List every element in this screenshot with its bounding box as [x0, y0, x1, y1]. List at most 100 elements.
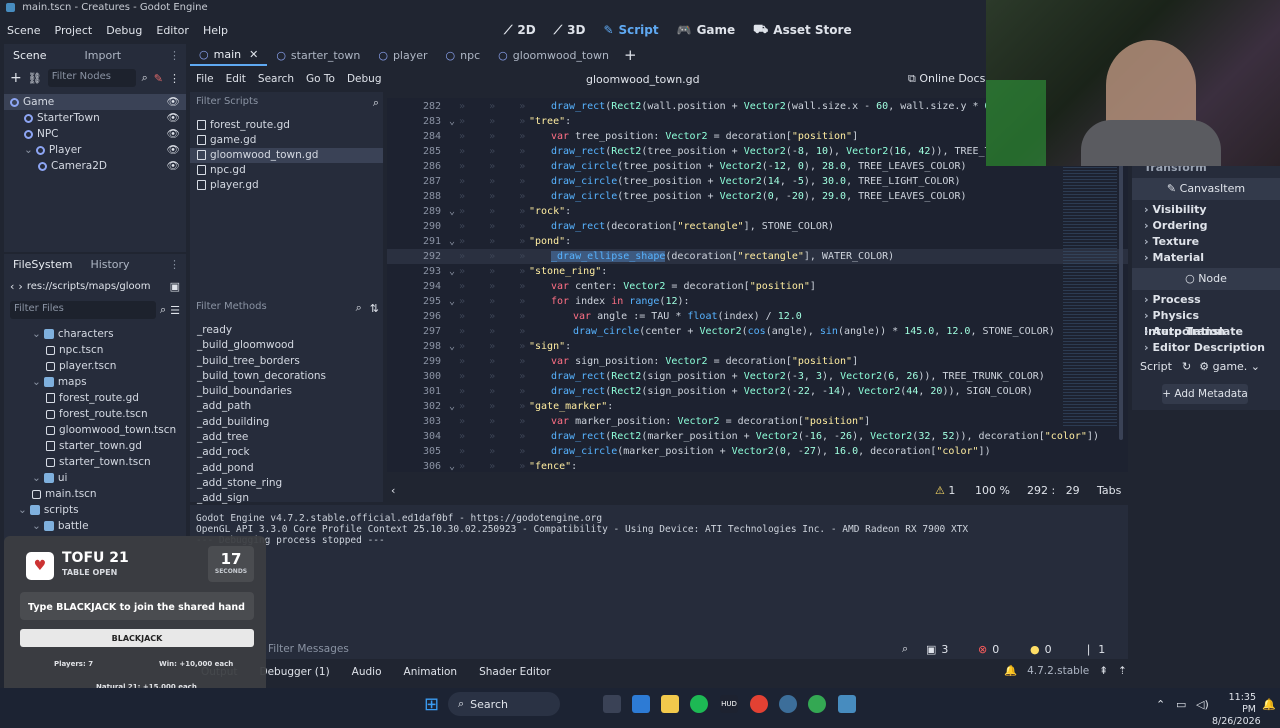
- method-item[interactable]: _build_town_decorations: [190, 369, 383, 384]
- zoom-level[interactable]: 100 %: [975, 484, 1010, 497]
- start-icon[interactable]: ⊞: [424, 694, 439, 715]
- script-item-gloomwood_town-gd[interactable]: gloomwood_town.gd: [190, 148, 383, 163]
- script-property-value[interactable]: ⚙ game. ⌄: [1199, 360, 1260, 373]
- scene-node-startertown[interactable]: StarterTown 👁: [4, 110, 186, 126]
- canvasitem-header[interactable]: ✎ CanvasItem: [1132, 178, 1280, 200]
- inspector-section-ordering[interactable]: › Ordering: [1132, 218, 1280, 234]
- code-line[interactable]: 293 ⌄ » » » "stone_ring":: [387, 264, 1128, 279]
- close-tab-icon[interactable]: ✕: [249, 48, 258, 61]
- fold-arrow-icon[interactable]: ⌄: [449, 339, 455, 354]
- attach-script-icon[interactable]: ✎: [154, 72, 163, 85]
- dock-menu-icon[interactable]: ⋮: [169, 49, 180, 62]
- pin-icon[interactable]: ⇡: [1118, 665, 1127, 677]
- tab-history[interactable]: History: [81, 253, 138, 275]
- scene-tab-npc[interactable]: ○ npc: [437, 44, 490, 66]
- code-line[interactable]: 290 » » » draw_rect(decoration["rectangle"…: [387, 219, 1128, 234]
- dock-menu-icon[interactable]: ⋮: [169, 258, 180, 271]
- visibility-icon[interactable]: 👁: [167, 158, 180, 174]
- notification-icon[interactable]: 🔔: [1262, 698, 1276, 711]
- path-field[interactable]: res://scripts/maps/gloom: [27, 281, 166, 292]
- godot-taskbar-icon[interactable]: [838, 695, 856, 713]
- method-item[interactable]: _add_stone_ring: [190, 476, 383, 491]
- scene-tab-gloomwood-town[interactable]: ○ gloomwood_town: [489, 44, 618, 66]
- visibility-icon[interactable]: 👁: [167, 110, 180, 126]
- link-icon[interactable]: ⛓: [28, 72, 42, 85]
- code-line[interactable]: 287 » » » draw_circle(tree_position + Vect…: [387, 174, 1128, 189]
- fold-arrow-icon[interactable]: ⌄: [449, 264, 455, 279]
- filter-files-input[interactable]: Filter Files: [10, 301, 156, 319]
- code-line[interactable]: 302 ⌄ » » » "gate_marker":: [387, 399, 1128, 414]
- search-icon[interactable]: ⌕: [373, 96, 379, 110]
- inspector-section-process[interactable]: › Process: [1132, 292, 1280, 308]
- sort-icon[interactable]: ⇅: [370, 302, 379, 315]
- file-item-forest_route-gd[interactable]: forest_route.gd: [4, 390, 186, 406]
- bell-icon[interactable]: 🔔: [1004, 664, 1017, 677]
- code-line[interactable]: 299 » » » var sign_position: Vector2 = dec…: [387, 354, 1128, 369]
- taskbar-search[interactable]: ⌕ Search: [448, 692, 560, 716]
- menu-debug[interactable]: Debug: [99, 24, 149, 37]
- filter-methods-input[interactable]: Filter Methods: [194, 299, 356, 317]
- scene-node-player[interactable]: ⌄ Player 👁: [4, 142, 186, 158]
- clock[interactable]: 11:35 PM 8/26/2026: [1212, 692, 1261, 728]
- workspace-game[interactable]: 🎮 Game: [668, 22, 745, 38]
- filter-messages-input[interactable]: Filter Messages: [268, 643, 349, 655]
- visibility-icon[interactable]: 👁: [167, 142, 180, 158]
- code-line[interactable]: 304 » » » draw_rect(Rect2(marker_position …: [387, 429, 1128, 444]
- reload-icon[interactable]: ↻: [1182, 360, 1191, 373]
- search-icon[interactable]: ⌕: [902, 642, 908, 656]
- file-explorer-icon[interactable]: [661, 695, 679, 713]
- split-view-icon[interactable]: ▣: [170, 280, 180, 293]
- code-line[interactable]: 301 » » » draw_rect(Rect2(sign_position + …: [387, 384, 1128, 399]
- code-line[interactable]: 295 ⌄ » » » for index in range(12):: [387, 294, 1128, 309]
- script-menu-go-to[interactable]: Go To: [300, 73, 341, 85]
- menu-project[interactable]: Project: [48, 24, 100, 37]
- script-menu-edit[interactable]: Edit: [220, 73, 252, 85]
- add-node-icon[interactable]: +: [10, 70, 22, 86]
- file-item-gloomwood_town-tscn[interactable]: gloomwood_town.tscn: [4, 422, 186, 438]
- inspector-section-physics-interpolation[interactable]: › Physics Interpolation: [1132, 308, 1280, 338]
- method-item[interactable]: _add_building: [190, 415, 383, 430]
- steam-icon[interactable]: [779, 695, 797, 713]
- scene-node-npc[interactable]: NPC 👁: [4, 126, 186, 142]
- minimap[interactable]: [1063, 158, 1117, 428]
- code-line[interactable]: 294 » » » var center: Vector2 = decoration…: [387, 279, 1128, 294]
- method-item[interactable]: _build_boundaries: [190, 384, 383, 399]
- inspector-section-visibility[interactable]: › Visibility: [1132, 202, 1280, 218]
- script-menu-debug[interactable]: Debug: [341, 73, 388, 85]
- method-item[interactable]: _add_tree: [190, 430, 383, 445]
- code-line[interactable]: 306 ⌄ » » » "fence":: [387, 459, 1128, 472]
- search-icon[interactable]: ⌕: [142, 71, 148, 85]
- forward-arrow-icon[interactable]: ›: [18, 280, 22, 293]
- file-item-starter_town-tscn[interactable]: starter_town.tscn: [4, 454, 186, 470]
- file-item-battle[interactable]: ⌄ battle: [4, 518, 186, 534]
- more-icon[interactable]: ⋮: [169, 72, 180, 85]
- method-item[interactable]: _add_pond: [190, 461, 383, 476]
- file-item-player-tscn[interactable]: player.tscn: [4, 358, 186, 374]
- script-menu-search[interactable]: Search: [252, 73, 300, 85]
- fold-arrow-icon[interactable]: ⌄: [449, 399, 455, 414]
- file-item-forest_route-tscn[interactable]: forest_route.tscn: [4, 406, 186, 422]
- scene-tab-main[interactable]: ○ main ✕: [190, 44, 268, 66]
- collapse-arrow-icon[interactable]: ⌄: [24, 144, 33, 156]
- tab-import[interactable]: Import: [76, 44, 131, 66]
- script-item-player-gd[interactable]: player.gd: [190, 178, 383, 193]
- method-item[interactable]: _add_path: [190, 399, 383, 414]
- file-item-npc-tscn[interactable]: npc.tscn: [4, 342, 186, 358]
- collapse-arrow-icon[interactable]: ⌄: [32, 472, 41, 484]
- error-count-badge[interactable]: ▣ 3: [926, 643, 948, 656]
- workspace-2d[interactable]: ⟋ 2D: [495, 22, 545, 38]
- back-arrow-icon[interactable]: ‹: [10, 280, 14, 293]
- inspector-section-texture[interactable]: › Texture: [1132, 234, 1280, 250]
- workspace-asset-store[interactable]: ⛟ Asset Store: [744, 22, 860, 38]
- inspector-section-auto-translate[interactable]: › Auto Translate: [1132, 324, 1280, 340]
- code-line[interactable]: 305 » » » draw_circle(marker_position + Ve…: [387, 444, 1128, 459]
- collapse-arrow-icon[interactable]: ⌄: [32, 520, 41, 532]
- method-item[interactable]: _ready: [190, 323, 383, 338]
- script-item-forest_route-gd[interactable]: forest_route.gd: [190, 118, 383, 133]
- scene-tab-starter-town[interactable]: ○ starter_town: [267, 44, 369, 66]
- visibility-icon[interactable]: 👁: [167, 94, 180, 110]
- file-item-main-tscn[interactable]: main.tscn: [4, 486, 186, 502]
- sort-icon[interactable]: ☰: [170, 304, 180, 317]
- code-line[interactable]: 296 » » » var angle := TAU * float(index) …: [387, 309, 1128, 324]
- workspace-3d[interactable]: ⟋ 3D: [545, 22, 595, 38]
